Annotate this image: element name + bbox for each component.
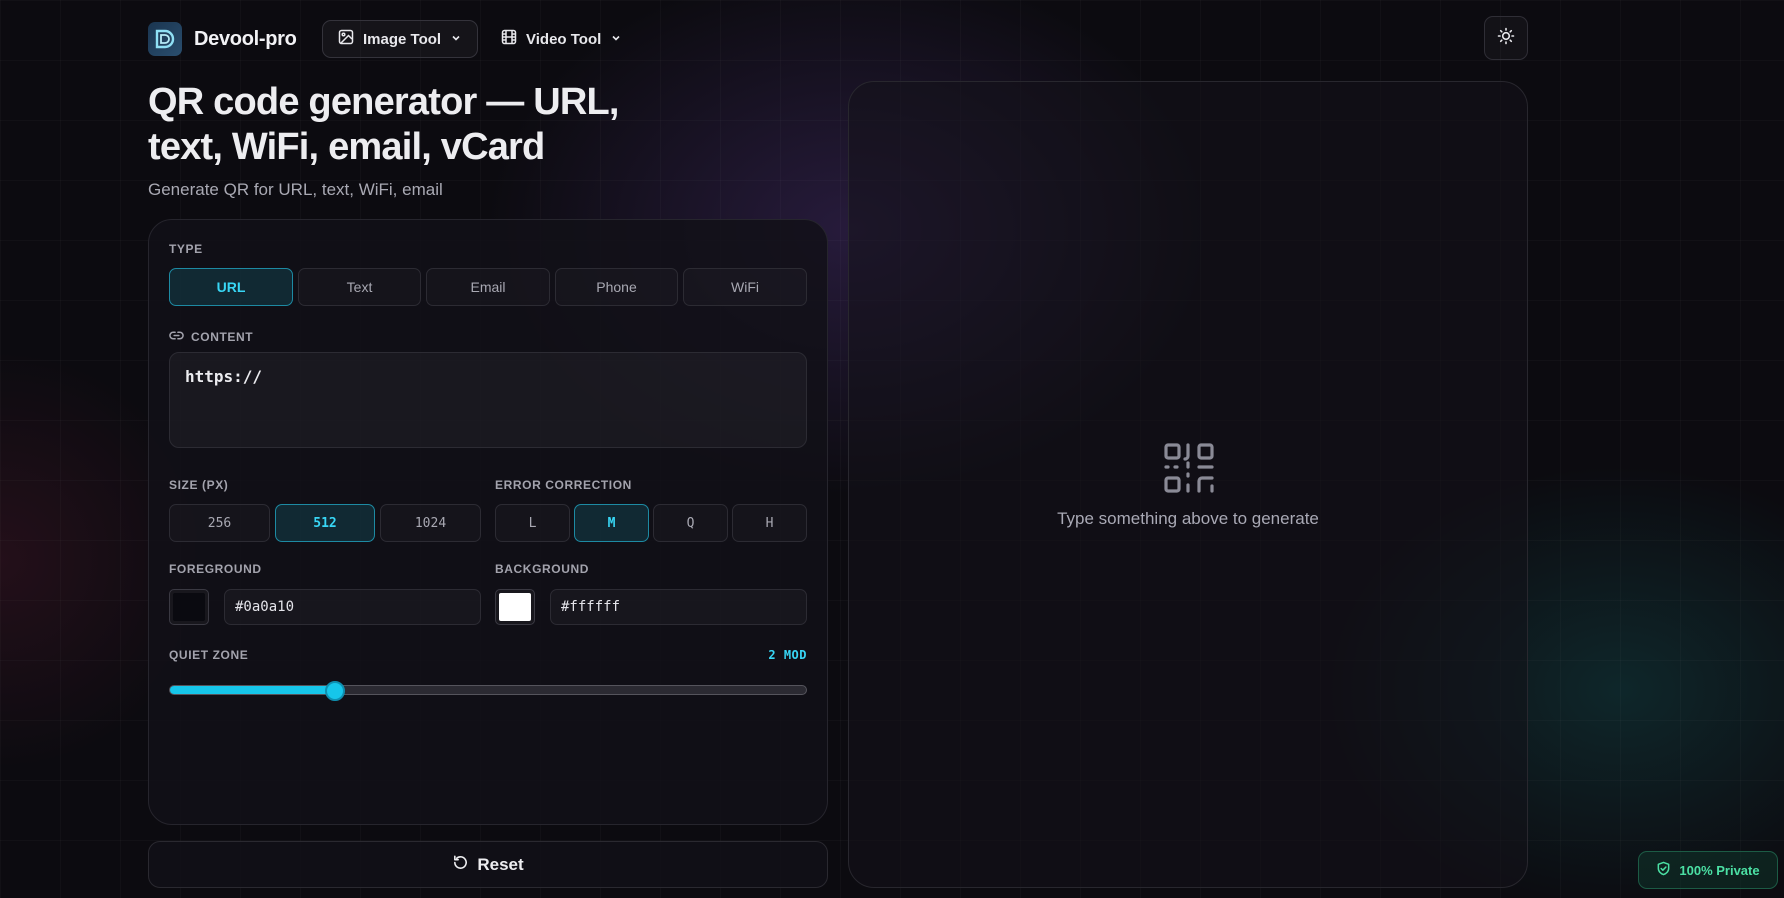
logo-icon	[148, 22, 182, 56]
foreground-color-swatch[interactable]	[169, 589, 209, 625]
privacy-badge[interactable]: 100% Private	[1638, 851, 1778, 889]
chevron-down-icon	[610, 31, 622, 48]
nav-image-tool-label: Image Tool	[363, 30, 442, 48]
size-label: SIZE (PX)	[169, 478, 229, 492]
image-icon	[338, 29, 354, 49]
ec-option-l[interactable]: L	[495, 504, 570, 542]
foreground-label: FOREGROUND	[169, 562, 262, 576]
type-option-text[interactable]: Text	[298, 268, 421, 306]
ec-option-h[interactable]: H	[732, 504, 807, 542]
error-correction-label: ERROR CORRECTION	[495, 478, 632, 492]
qr-preview-panel: Type something above to generate	[848, 81, 1528, 888]
ec-option-m[interactable]: M	[574, 504, 649, 542]
shield-check-icon	[1656, 861, 1671, 879]
qr-code-icon	[1163, 442, 1215, 499]
slider-fill	[170, 686, 336, 694]
type-option-email[interactable]: Email	[426, 268, 550, 306]
type-option-url[interactable]: URL	[169, 268, 293, 306]
background-color-swatch[interactable]	[495, 589, 535, 625]
link-icon	[169, 328, 184, 346]
size-option-1024[interactable]: 1024	[380, 504, 481, 542]
quiet-zone-value: 2 MOD	[768, 648, 807, 662]
nav-video-tool-label: Video Tool	[526, 30, 602, 48]
brand-name: Devool-pro	[194, 27, 297, 50]
size-option-256[interactable]: 256	[169, 504, 270, 542]
foreground-hex-input[interactable]: #0a0a10	[224, 589, 481, 625]
reset-label: Reset	[477, 854, 524, 874]
quiet-zone-label: QUIET ZONE	[169, 648, 249, 662]
ec-option-q[interactable]: Q	[653, 504, 728, 542]
preview-placeholder: Type something above to generate	[1057, 509, 1319, 528]
brand-logo[interactable]: Devool-pro	[148, 22, 297, 56]
theme-toggle-button[interactable]	[1484, 16, 1528, 60]
content-label: CONTENT	[191, 330, 254, 344]
page-subtitle: Generate QR for URL, text, WiFi, email	[148, 180, 443, 199]
nav-video-tool[interactable]: Video Tool	[486, 20, 637, 58]
slider-thumb[interactable]	[325, 681, 346, 701]
settings-card: TYPE URL Text Email Phone WiFi CONTENT h…	[148, 219, 828, 825]
background-hex-input[interactable]: #ffffff	[550, 589, 807, 625]
sun-icon	[1497, 27, 1515, 50]
nav-image-tool[interactable]: Image Tool	[322, 20, 479, 58]
rotate-ccw-icon	[452, 854, 469, 876]
size-option-512[interactable]: 512	[275, 504, 375, 542]
privacy-badge-label: 100% Private	[1679, 862, 1760, 878]
content-textarea[interactable]: https://	[169, 352, 807, 448]
chevron-down-icon	[450, 31, 462, 48]
reset-button[interactable]: Reset	[148, 841, 828, 888]
quiet-zone-slider[interactable]	[169, 681, 807, 701]
content-label-row: CONTENT	[169, 328, 253, 346]
page-title: QR code generator — URL, text, WiFi, ema…	[148, 81, 619, 168]
type-label: TYPE	[169, 242, 203, 256]
film-icon	[501, 29, 517, 49]
background-label: BACKGROUND	[495, 562, 589, 576]
type-option-wifi[interactable]: WiFi	[683, 268, 807, 306]
type-option-phone[interactable]: Phone	[555, 268, 678, 306]
